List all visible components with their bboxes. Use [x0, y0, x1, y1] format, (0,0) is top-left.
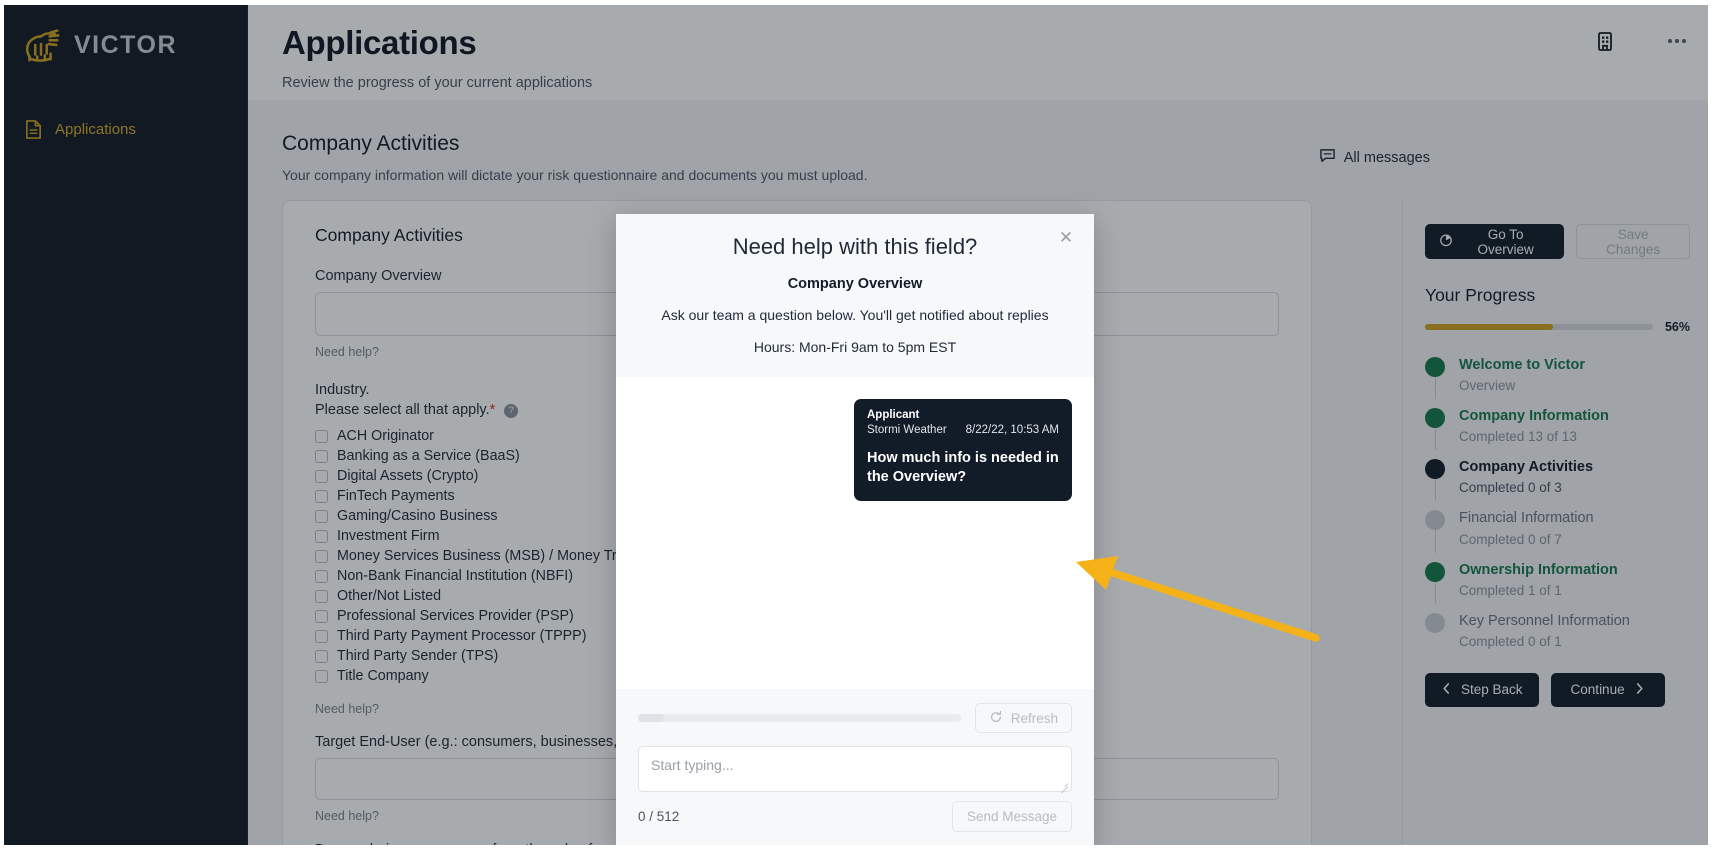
modal-hours: Hours: Mon-Fri 9am to 5pm EST — [753, 339, 957, 355]
message-text: How much info is needed in the Overview? — [867, 450, 1059, 486]
window-frame-left — [0, 0, 4, 850]
message-meta: Stormi Weather 8/22/22, 10:53 AM — [867, 424, 1059, 436]
character-counter: 0 / 512 — [638, 809, 680, 824]
refresh-row: Refresh — [638, 703, 1072, 733]
message-input-placeholder: Start typing... — [651, 757, 734, 773]
loading-placeholder-bar — [638, 714, 961, 722]
window-frame-right — [1708, 0, 1712, 850]
help-modal: ✕ Need help with this field? Company Ove… — [616, 214, 1094, 850]
modal-header: ✕ Need help with this field? Company Ove… — [616, 214, 1094, 377]
message-row: Applicant Stormi Weather 8/22/22, 10:53 … — [638, 399, 1072, 502]
modal-footer: Refresh Start typing... 0 / 512 Send Mes… — [616, 689, 1094, 850]
modal-description: Ask our team a question below. You'll ge… — [661, 307, 1049, 323]
refresh-icon — [989, 710, 1003, 727]
send-message-button[interactable]: Send Message — [951, 801, 1072, 832]
message-bubble: Applicant Stormi Weather 8/22/22, 10:53 … — [854, 399, 1072, 502]
app-root: VICTOR Applications Applications Review … — [0, 0, 1712, 850]
send-row: 0 / 512 Send Message — [638, 801, 1072, 832]
message-role: Applicant — [867, 409, 920, 421]
refresh-button[interactable]: Refresh — [974, 703, 1072, 733]
window-frame-top — [0, 0, 1712, 5]
modal-title: Need help with this field? — [732, 234, 978, 259]
resize-handle-icon[interactable] — [1059, 779, 1068, 788]
refresh-label: Refresh — [1010, 710, 1058, 726]
modal-field-name: Company Overview — [787, 276, 923, 292]
message-timestamp: 8/22/22, 10:53 AM — [965, 424, 1059, 436]
message-input[interactable]: Start typing... — [638, 746, 1072, 792]
window-frame-bottom — [0, 845, 1712, 850]
message-thread: Applicant Stormi Weather 8/22/22, 10:53 … — [616, 377, 1094, 689]
message-sender-name: Stormi Weather — [867, 424, 947, 436]
close-icon[interactable]: ✕ — [1056, 228, 1076, 248]
